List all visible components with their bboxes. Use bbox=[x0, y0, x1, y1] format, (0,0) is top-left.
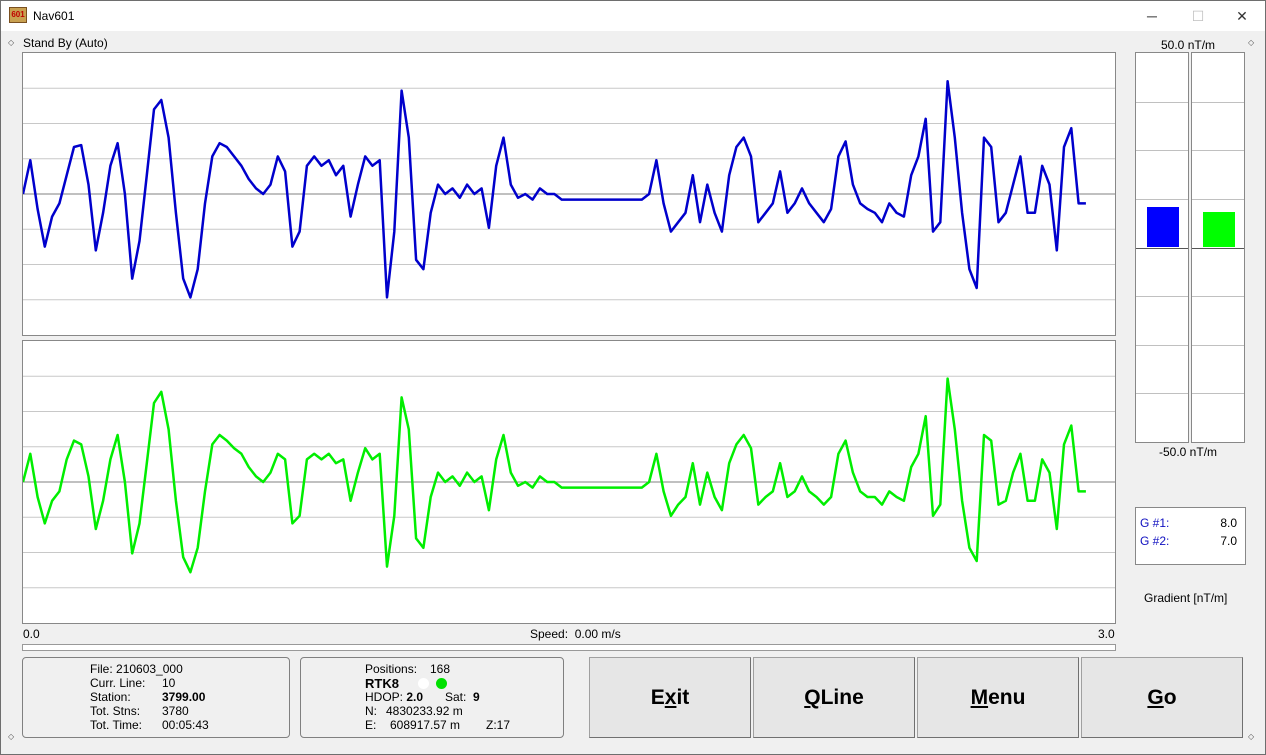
line-label: Curr. Line: bbox=[90, 676, 146, 690]
trace-chart-g1 bbox=[23, 79, 1115, 301]
positions-label: Positions: bbox=[365, 662, 418, 676]
file-label: File: bbox=[90, 662, 113, 676]
gauge-gridline bbox=[1192, 393, 1244, 394]
station-value: 3799.00 bbox=[162, 690, 206, 704]
gauge-top-label: 50.0 nT/m bbox=[1161, 38, 1216, 52]
gauge-zero-line bbox=[1192, 248, 1244, 249]
time-label: Tot. Time: bbox=[90, 718, 143, 732]
go-button[interactable]: Go bbox=[1081, 657, 1243, 738]
gauge-bottom-label: -50.0 nT/m bbox=[1159, 445, 1218, 459]
stations-label: Tot. Stns: bbox=[90, 704, 141, 718]
stations-value: 3780 bbox=[162, 704, 189, 718]
close-icon[interactable]: ✕ bbox=[1219, 1, 1265, 31]
trace-line-g2 bbox=[23, 377, 1086, 574]
x-axis-end: 3.0 bbox=[1098, 627, 1115, 641]
gauge-g1 bbox=[1135, 52, 1189, 443]
gauge-gridline bbox=[1136, 296, 1188, 297]
northing-value: 4830233.92 m bbox=[386, 704, 463, 718]
gauge-bar bbox=[1147, 207, 1179, 248]
menu-hotkey: M bbox=[970, 686, 989, 709]
sat-label: Sat: bbox=[445, 690, 467, 704]
gradient-units-label: Gradient [nT/m] bbox=[1144, 591, 1228, 605]
speed-readout: Speed: 0.00 m/s bbox=[530, 627, 621, 641]
window-title: Nav601 bbox=[33, 9, 75, 23]
qline-label-rest: Line bbox=[820, 686, 864, 709]
g1-label: G #1: bbox=[1140, 516, 1170, 530]
resize-handle-icon: ◇ bbox=[1248, 38, 1255, 47]
gauge-gridline bbox=[1192, 199, 1244, 200]
gauge-zero-line bbox=[1136, 248, 1188, 249]
gauge-bar bbox=[1203, 212, 1235, 248]
g1-value: 8.0 bbox=[1220, 516, 1237, 530]
exit-hotkey: x bbox=[664, 686, 677, 709]
exit-label: E bbox=[650, 686, 665, 709]
sat-row: Sat: 9 bbox=[445, 690, 480, 704]
readout-row-g2: G #2: 7.0 bbox=[1140, 534, 1237, 550]
gauge-gridline bbox=[1192, 345, 1244, 346]
gauge-gridline bbox=[1192, 102, 1244, 103]
station-label: Station: bbox=[90, 690, 131, 704]
resize-handle-icon: ◇ bbox=[8, 38, 15, 47]
go-label-rest: o bbox=[1163, 686, 1177, 709]
qline-button[interactable]: QLine bbox=[753, 657, 915, 738]
app-window: 601 Nav601 ─ ☐ ✕ ◇ ◇ ◇ ◇ Stand By (Auto)… bbox=[0, 0, 1266, 755]
gauge-gridline bbox=[1192, 296, 1244, 297]
gauge-gridline bbox=[1136, 199, 1188, 200]
hdop-row: HDOP: 2.0 bbox=[365, 690, 423, 704]
go-hotkey: G bbox=[1147, 686, 1164, 709]
line-row: Curr. Line: bbox=[90, 676, 145, 690]
minimize-icon[interactable]: ─ bbox=[1129, 1, 1175, 31]
menu-label-rest: enu bbox=[988, 686, 1026, 709]
gauge-g2 bbox=[1191, 52, 1245, 443]
gps-status-dot bbox=[418, 678, 429, 689]
trace-plot-g2 bbox=[22, 340, 1116, 624]
gps-status-dot bbox=[436, 678, 447, 689]
gauge-gridline bbox=[1192, 150, 1244, 151]
file-value: 210603_000 bbox=[116, 662, 183, 676]
nav601-app-icon[interactable]: 601 bbox=[9, 7, 27, 23]
file-info-panel: File: 210603_000 Curr. Line: 10 Station:… bbox=[22, 657, 290, 738]
gradient-readout: G #1: 8.0 G #2: 7.0 bbox=[1135, 507, 1246, 565]
progress-bar bbox=[22, 644, 1116, 651]
sat-value: 9 bbox=[473, 690, 480, 704]
exit-button[interactable]: Exit bbox=[589, 657, 751, 738]
resize-handle-icon: ◇ bbox=[8, 732, 15, 741]
readout-row-g1: G #1: 8.0 bbox=[1140, 516, 1237, 532]
trace-chart-g2 bbox=[23, 375, 1115, 589]
gauge-gridline bbox=[1136, 393, 1188, 394]
resize-handle-icon: ◇ bbox=[1248, 732, 1255, 741]
positions-value: 168 bbox=[430, 662, 451, 676]
time-value: 00:05:43 bbox=[162, 718, 209, 732]
easting-label: E: bbox=[365, 718, 377, 732]
menu-button[interactable]: Menu bbox=[917, 657, 1079, 738]
qline-hotkey: Q bbox=[804, 686, 821, 709]
mode-status: Stand By (Auto) bbox=[23, 36, 108, 50]
gauge-gridline bbox=[1136, 102, 1188, 103]
zone-value: Z:17 bbox=[486, 718, 511, 732]
gps-fix-type: RTK8 bbox=[365, 676, 399, 691]
maximize-icon: ☐ bbox=[1191, 8, 1205, 24]
hdop-value: 2.0 bbox=[406, 690, 424, 704]
line-value: 10 bbox=[162, 676, 176, 690]
file-row: File: 210603_000 bbox=[90, 662, 183, 676]
easting-value: 608917.57 m bbox=[390, 718, 461, 732]
exit-label-rest: it bbox=[676, 686, 690, 709]
g2-label: G #2: bbox=[1140, 534, 1170, 548]
x-axis-start: 0.0 bbox=[23, 627, 40, 641]
g2-value: 7.0 bbox=[1220, 534, 1237, 548]
speed-label: Speed: bbox=[530, 627, 569, 641]
gps-info-panel: Positions: 168 RTK8 HDOP: 2.0 Sat: 9 N: … bbox=[300, 657, 564, 738]
hdop-label: HDOP: bbox=[365, 690, 404, 704]
speed-value: 0.00 m/s bbox=[574, 627, 621, 641]
title-bar[interactable]: 601 Nav601 ─ ☐ ✕ bbox=[1, 1, 1265, 31]
gauge-gridline bbox=[1136, 345, 1188, 346]
northing-label: N: bbox=[365, 704, 377, 718]
gauge-gridline bbox=[1136, 150, 1188, 151]
trace-plot-g1 bbox=[22, 52, 1116, 336]
